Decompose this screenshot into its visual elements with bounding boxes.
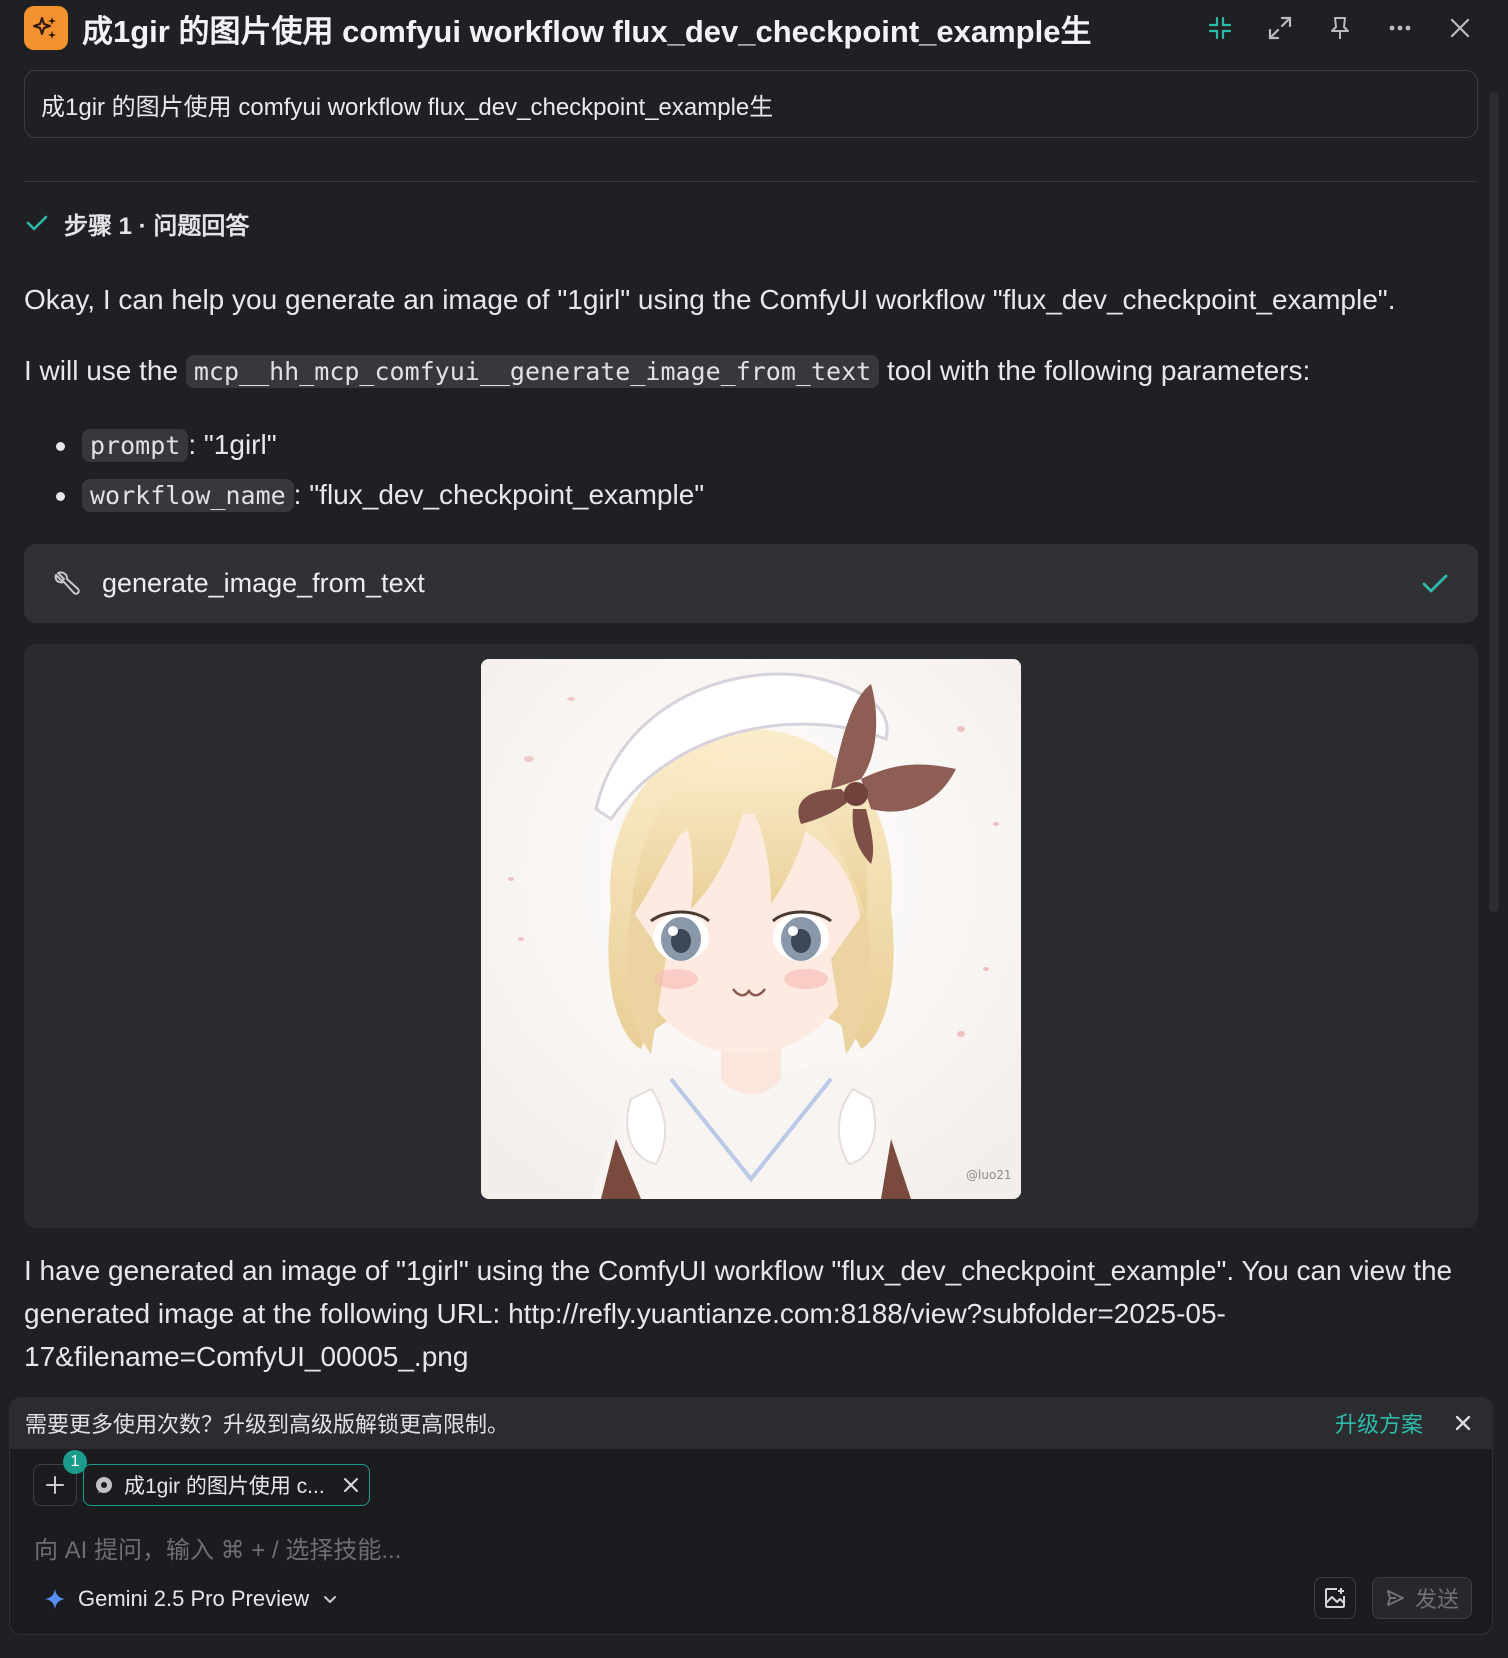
- sparkles-icon: [24, 6, 68, 50]
- chat-page: 成1gir 的图片使用 comfyui workflow flux_dev_ch…: [0, 0, 1508, 1658]
- notice-text: 需要更多使用次数？升级到高级版解锁更高限制。: [25, 1412, 510, 1437]
- response-intro: Okay, I can help you generate an image o…: [24, 284, 1396, 315]
- model-selector[interactable]: Gemini 2.5 Pro Preview: [44, 1579, 339, 1619]
- tool-name: generate_image_from_text: [102, 568, 425, 598]
- send-icon: [1386, 1590, 1404, 1606]
- prompt-input[interactable]: [32, 1531, 932, 1571]
- response-tool-sentence: I will use the mcp__hh_mcp_comfyui__gene…: [24, 349, 1484, 393]
- close-icon[interactable]: [343, 1477, 359, 1493]
- list-item: prompt : "1girl": [24, 420, 1424, 470]
- tool-sentence-prefix: I will use the: [24, 355, 179, 386]
- send-button[interactable]: 发送: [1372, 1577, 1472, 1619]
- page-title: 成1gir 的图片使用 comfyui workflow flux_dev_ch…: [82, 13, 1092, 49]
- expand-icon[interactable]: [1260, 8, 1300, 48]
- pin-icon[interactable]: [1320, 8, 1360, 48]
- image-result-card: @luo21: [24, 644, 1478, 1228]
- gemini-icon: [45, 1589, 65, 1609]
- check-icon: [1422, 574, 1448, 592]
- tool-sentence-suffix: tool with the following parameters:: [886, 355, 1311, 386]
- step-header[interactable]: 步骤 1 · 问题回答: [24, 206, 249, 240]
- list-item: workflow_name : "flux_dev_checkpoint_exa…: [24, 470, 1424, 520]
- model-name: Gemini 2.5 Pro Preview: [78, 1586, 310, 1611]
- image-upload-button[interactable]: [1314, 1577, 1356, 1619]
- param-list: prompt : "1girl" workflow_name : "flux_d…: [24, 420, 1424, 520]
- param-key: workflow_name: [82, 478, 294, 512]
- step-label: 步骤 1 · 问题回答: [64, 212, 250, 240]
- scrollbar[interactable]: [1489, 92, 1499, 912]
- param-value: : "1girl": [188, 429, 277, 460]
- image-signature: @luo21: [966, 1168, 1012, 1182]
- upgrade-link[interactable]: 升级方案: [1335, 1407, 1423, 1439]
- close-icon[interactable]: [1449, 1409, 1477, 1437]
- plus-icon: [46, 1476, 64, 1494]
- chat-bubble-icon: [96, 1477, 112, 1493]
- user-query-text: 成1gir 的图片使用 comfyui workflow flux_dev_ch…: [41, 93, 774, 121]
- chevron-down-icon: [324, 1596, 337, 1603]
- minimize-icon[interactable]: [1200, 8, 1240, 48]
- context-chip-label: 成1gir 的图片使用 c...: [124, 1475, 325, 1498]
- composer: 1 成1gir 的图片使用 c... Gemini 2.5 Pro Previe…: [9, 1449, 1493, 1635]
- param-value: : "flux_dev_checkpoint_example": [293, 479, 705, 510]
- header: 成1gir 的图片使用 comfyui workflow flux_dev_ch…: [24, 6, 1484, 50]
- generated-image[interactable]: @luo21: [481, 659, 1021, 1199]
- context-chip[interactable]: 成1gir 的图片使用 c...: [83, 1464, 370, 1506]
- divider: [24, 181, 1478, 182]
- check-icon: [26, 215, 48, 231]
- upgrade-notice: 需要更多使用次数？升级到高级版解锁更高限制。 升级方案: [9, 1397, 1493, 1449]
- image-add-icon: [1325, 1588, 1345, 1608]
- tool-call-bar[interactable]: generate_image_from_text: [24, 544, 1478, 623]
- user-query: 成1gir 的图片使用 comfyui workflow flux_dev_ch…: [24, 70, 1478, 138]
- more-icon[interactable]: [1380, 8, 1420, 48]
- header-actions: [1200, 8, 1484, 48]
- send-label: 发送: [1414, 1587, 1459, 1612]
- response-result: I have generated an image of "1girl" usi…: [24, 1255, 1453, 1372]
- wrench-icon: [54, 570, 80, 595]
- param-key: prompt: [82, 428, 189, 462]
- close-icon[interactable]: [1440, 8, 1480, 48]
- inline-code: mcp__hh_mcp_comfyui__generate_image_from…: [185, 355, 880, 388]
